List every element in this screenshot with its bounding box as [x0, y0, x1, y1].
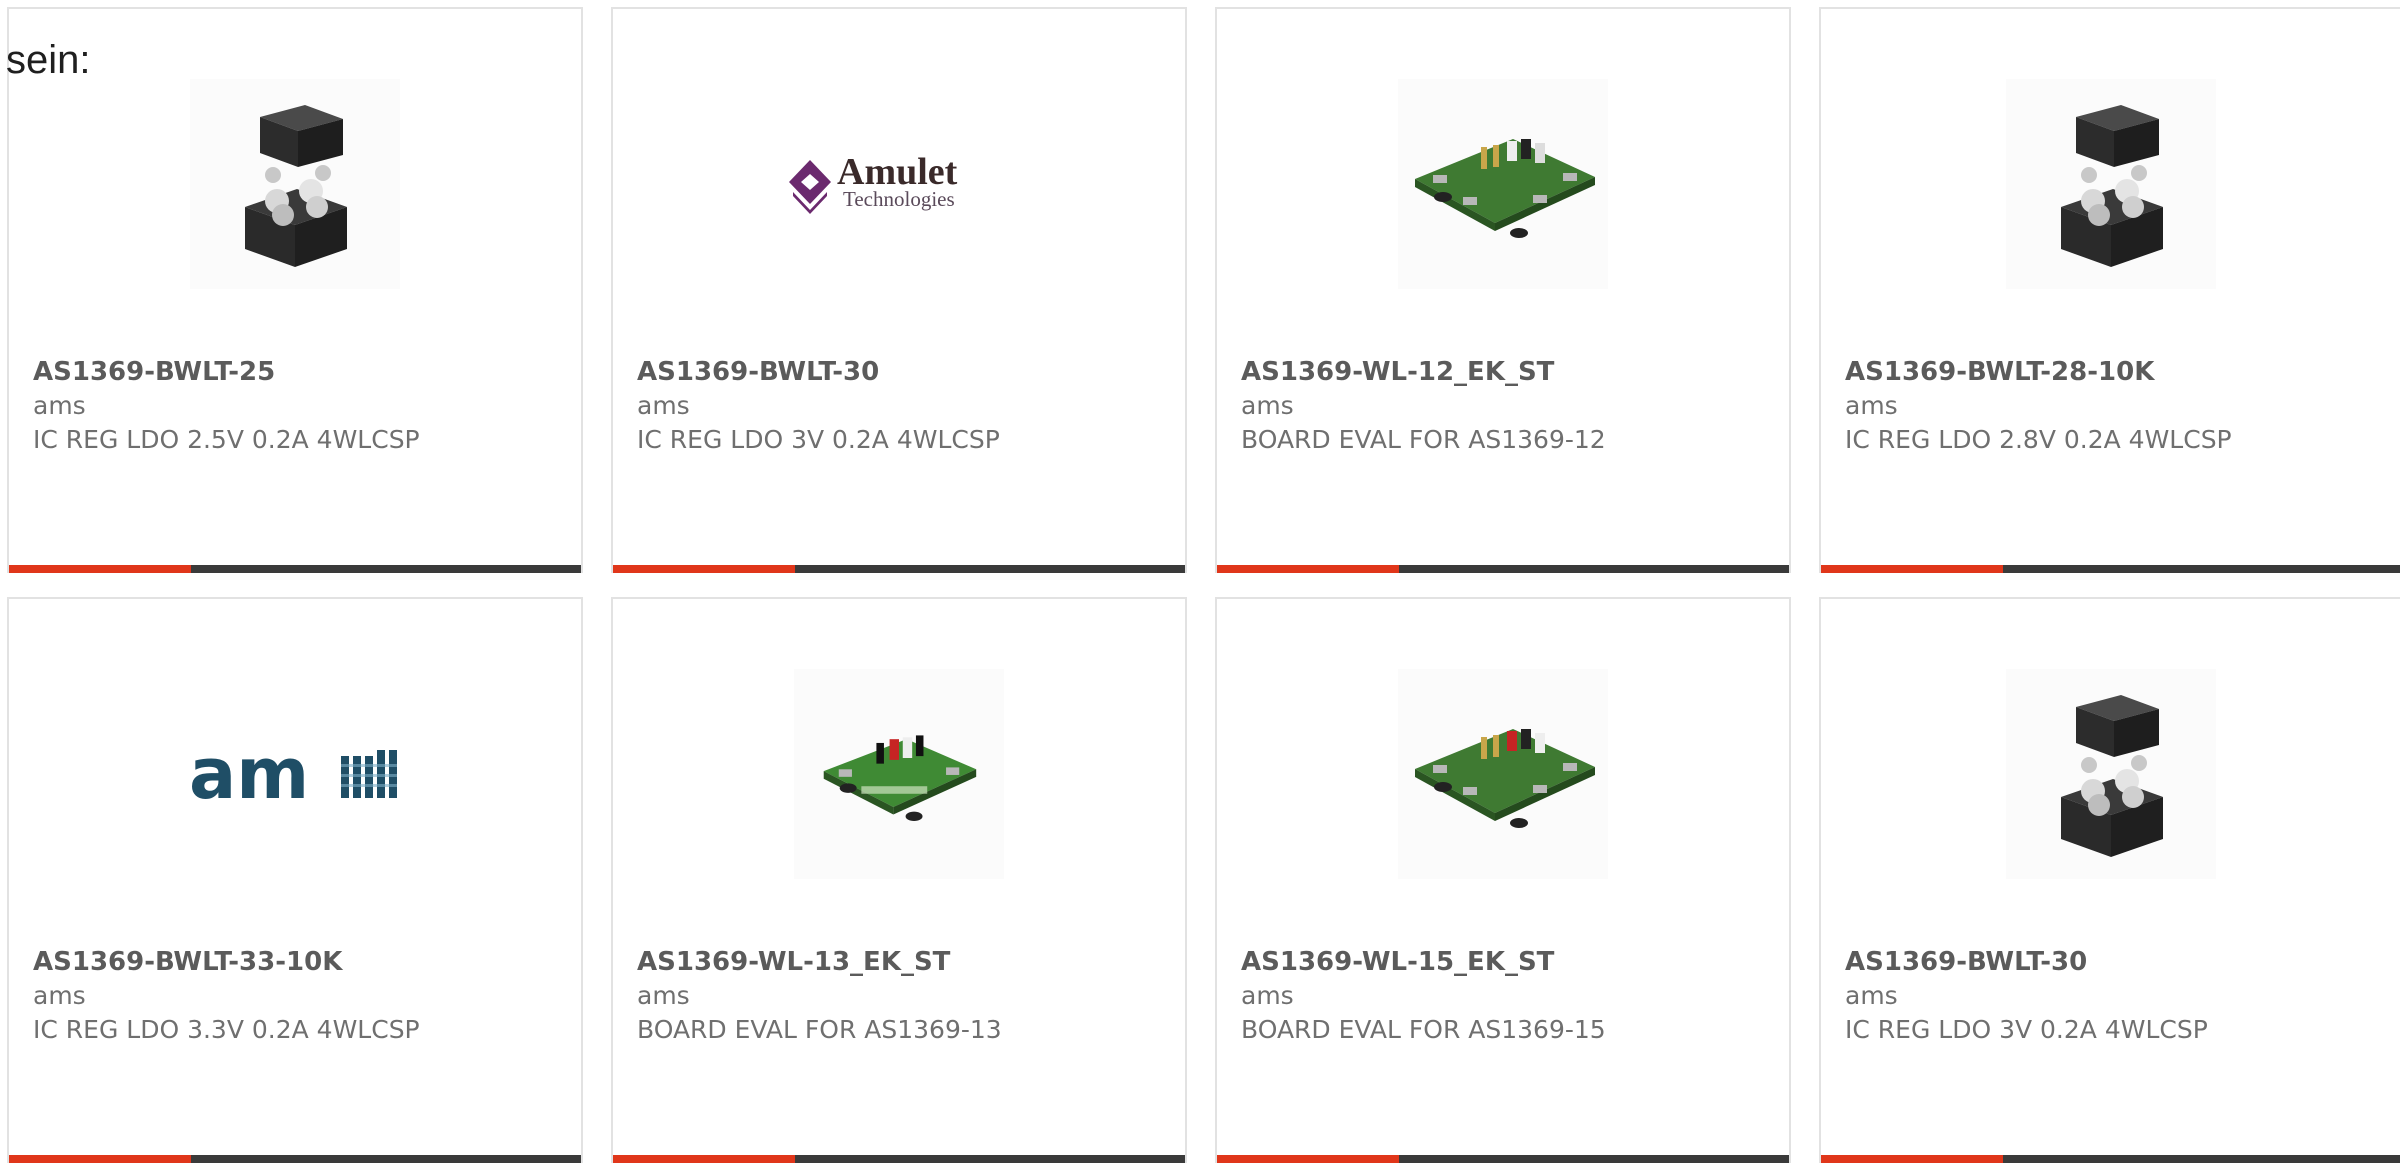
card-bottom-bar [613, 565, 1185, 573]
description: BOARD EVAL FOR AS1369-15 [1241, 1015, 1606, 1044]
chip-image [2005, 79, 2216, 289]
product-card[interactable]: AS1369-BWLT-25 ams IC REG LDO 2.5V 0.2A … [7, 7, 583, 573]
svg-text:Technologies: Technologies [843, 187, 955, 211]
card-bottom-bar [1217, 565, 1789, 573]
svg-text:am: am [189, 734, 309, 814]
wlcsp-chip-icon [2060, 695, 2163, 857]
manufacturer: ams [637, 981, 690, 1010]
card-bottom-bar [1217, 1155, 1789, 1163]
product-card[interactable]: AS1369-BWLT-28-10K ams IC REG LDO 2.8V 0… [1819, 7, 2400, 573]
brand-logo-image: Amulet Technologies [779, 79, 1019, 289]
board-image [1398, 669, 1608, 879]
card-accent-bar [613, 565, 795, 573]
manufacturer: ams [33, 981, 86, 1010]
card-accent-bar [613, 1155, 795, 1163]
manufacturer: ams [1241, 981, 1294, 1010]
description: BOARD EVAL FOR AS1369-12 [1241, 425, 1606, 454]
description: BOARD EVAL FOR AS1369-13 [637, 1015, 1002, 1044]
card-bottom-bar [613, 1155, 1185, 1163]
part-number[interactable]: AS1369-WL-12_EK_ST [1241, 355, 1771, 389]
product-card[interactable]: AS1369-WL-15_EK_ST ams BOARD EVAL FOR AS… [1215, 597, 1791, 1163]
part-number[interactable]: AS1369-WL-15_EK_ST [1241, 945, 1771, 979]
product-card[interactable]: AS1369-BWLT-30 ams IC REG LDO 3V 0.2A 4W… [1819, 597, 2400, 1163]
card-accent-bar [1217, 1155, 1399, 1163]
amulet-logo: Amulet Technologies [789, 151, 958, 214]
eval-board-icon [1415, 139, 1595, 238]
description: IC REG LDO 3.3V 0.2A 4WLCSP [33, 1015, 420, 1044]
wlcsp-chip-icon [245, 105, 347, 267]
part-number[interactable]: AS1369-WL-13_EK_ST [637, 945, 1167, 979]
wlcsp-chip-icon [2060, 105, 2163, 267]
brand-logo-image: am [175, 669, 415, 879]
manufacturer: ams [33, 391, 86, 420]
manufacturer: ams [1845, 391, 1898, 420]
eval-board-icon [1415, 729, 1595, 828]
description: IC REG LDO 3V 0.2A 4WLCSP [1845, 1015, 2208, 1044]
card-bottom-bar [1821, 1155, 2400, 1163]
board-image [794, 669, 1004, 879]
part-number[interactable]: AS1369-BWLT-30 [637, 355, 1167, 389]
manufacturer: ams [637, 391, 690, 420]
product-card[interactable]: Amulet Technologies AS1369-BWLT-30 ams I… [611, 7, 1187, 573]
card-bottom-bar [9, 1155, 581, 1163]
description: IC REG LDO 3V 0.2A 4WLCSP [637, 425, 1000, 454]
manufacturer: ams [1241, 391, 1294, 420]
part-number[interactable]: AS1369-BWLT-33-10K [33, 945, 563, 979]
chip-image [190, 79, 400, 289]
part-number[interactable]: AS1369-BWLT-28-10K [1845, 355, 2382, 389]
description: IC REG LDO 2.5V 0.2A 4WLCSP [33, 425, 420, 454]
chip-image [2005, 669, 2216, 879]
board-image [1398, 79, 1608, 289]
manufacturer: ams [1845, 981, 1898, 1010]
eval-board-icon [823, 735, 977, 822]
card-bottom-bar [9, 565, 581, 573]
product-card[interactable]: AS1369-WL-13_EK_ST ams BOARD EVAL FOR AS… [611, 597, 1187, 1163]
description: IC REG LDO 2.8V 0.2A 4WLCSP [1845, 425, 2232, 454]
card-accent-bar [1217, 565, 1399, 573]
product-card[interactable]: AS1369-WL-12_EK_ST ams BOARD EVAL FOR AS… [1215, 7, 1791, 573]
intro-text: sein: [6, 38, 91, 82]
ams-logo: am [189, 734, 397, 814]
part-number[interactable]: AS1369-BWLT-30 [1845, 945, 2382, 979]
part-number[interactable]: AS1369-BWLT-25 [33, 355, 563, 389]
card-accent-bar [9, 1155, 191, 1163]
card-accent-bar [1821, 1155, 2003, 1163]
card-accent-bar [9, 565, 191, 573]
card-bottom-bar [1821, 565, 2400, 573]
product-grid: AS1369-BWLT-25 ams IC REG LDO 2.5V 0.2A … [0, 0, 2400, 1163]
card-accent-bar [1821, 565, 2003, 573]
product-card[interactable]: am AS1369-BWLT-33-10K ams IC REG LDO 3.3… [7, 597, 583, 1163]
